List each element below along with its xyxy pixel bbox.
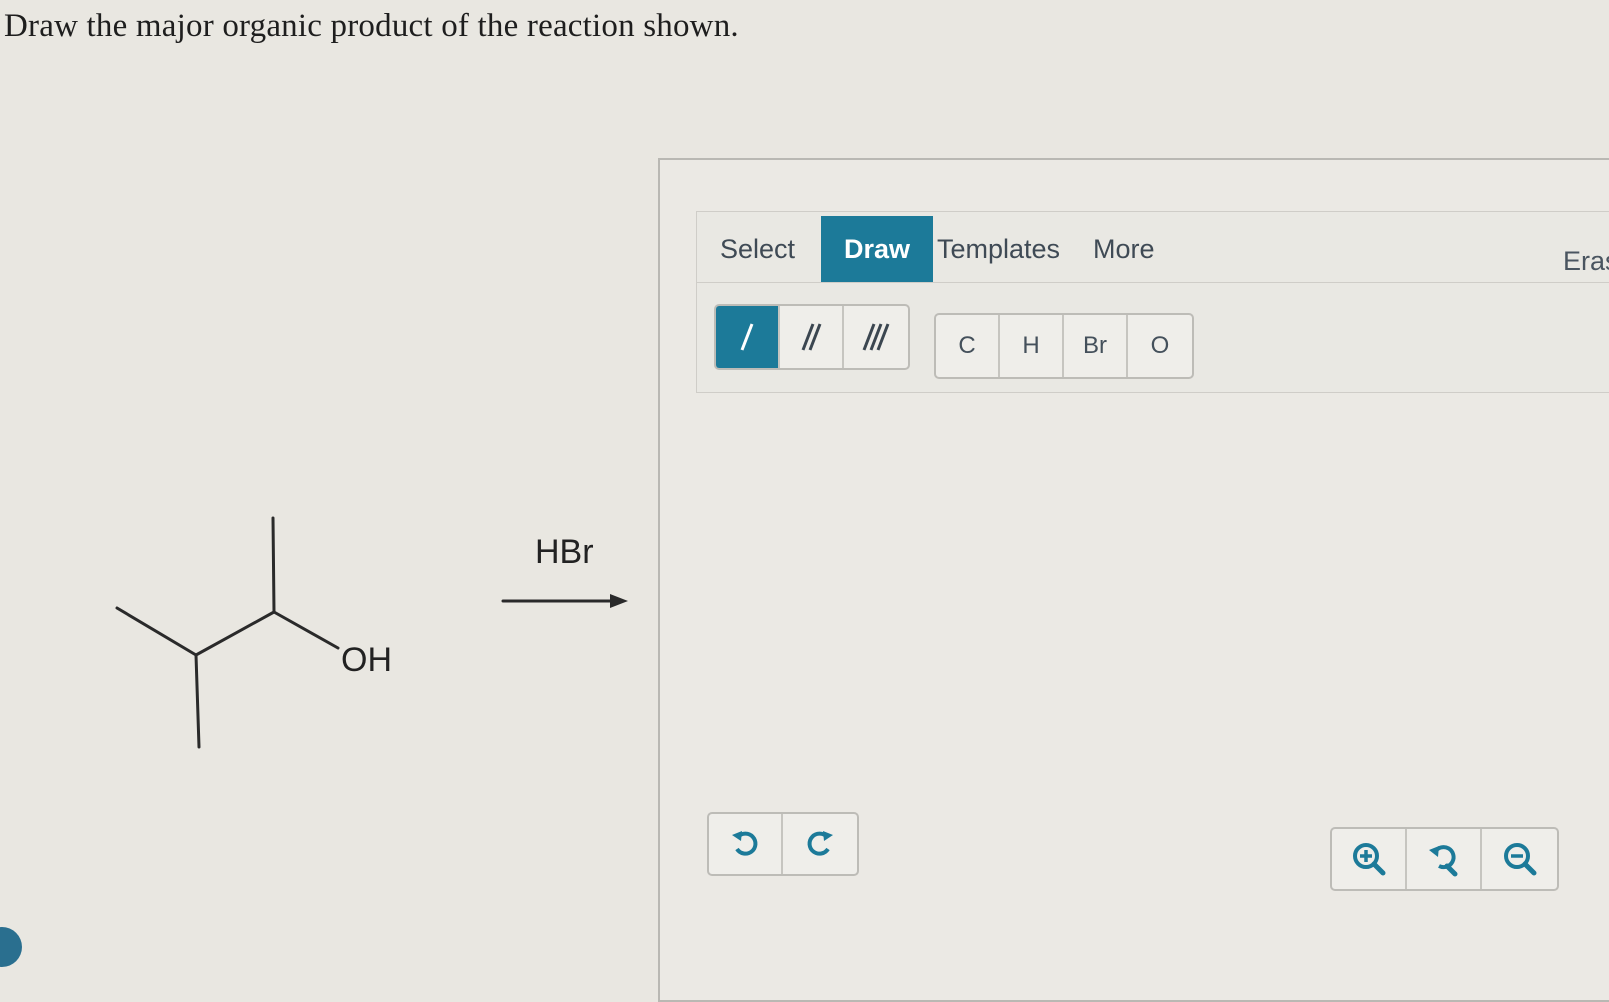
bond-to-oh — [272, 610, 340, 650]
zoom-out-icon — [1503, 843, 1536, 876]
atom-c-button[interactable]: C — [936, 315, 1000, 377]
zoom-out-button[interactable] — [1482, 829, 1557, 889]
zoom-tool-group — [1330, 827, 1559, 891]
zoom-in-button[interactable] — [1332, 829, 1407, 889]
hydroxyl-label: OH — [341, 641, 392, 679]
tab-templates[interactable]: Templates — [929, 216, 1068, 282]
redo-icon — [807, 831, 833, 856]
bond-methyl-left — [115, 606, 198, 657]
reset-zoom-button[interactable] — [1407, 829, 1482, 889]
atom-h-button[interactable]: H — [1000, 315, 1064, 377]
bond-center — [194, 610, 276, 657]
reset-zoom-icon — [1428, 845, 1457, 877]
tab-select[interactable]: Select — [712, 216, 803, 282]
tab-more[interactable]: More — [1085, 216, 1163, 282]
editor-tabs: Select Draw Templates More — [696, 216, 1609, 283]
bond-branch-down — [194, 653, 201, 749]
atom-tool-group: C H Br O — [934, 313, 1194, 379]
zoom-in-icon — [1352, 843, 1385, 876]
triple-bond-button[interactable] — [844, 306, 908, 368]
atom-o-button[interactable]: O — [1128, 315, 1192, 377]
reactant-structure — [115, 516, 628, 749]
single-bond-icon — [740, 323, 754, 351]
single-bond-button[interactable] — [716, 306, 780, 368]
triple-bond-icon — [862, 323, 890, 351]
bond-tool-group — [714, 304, 910, 370]
double-bond-icon — [801, 323, 822, 351]
atom-br-button[interactable]: Br — [1064, 315, 1128, 377]
erase-button[interactable]: Eras — [1563, 246, 1609, 277]
reagent-label: HBr — [535, 533, 594, 571]
undo-icon — [732, 831, 758, 856]
bond-methyl-up — [271, 516, 276, 614]
double-bond-button[interactable] — [780, 306, 844, 368]
history-tool-group — [707, 812, 859, 876]
redo-button[interactable] — [783, 814, 857, 874]
tab-draw[interactable]: Draw — [821, 216, 933, 282]
undo-button[interactable] — [709, 814, 783, 874]
arrow-head — [610, 594, 628, 608]
